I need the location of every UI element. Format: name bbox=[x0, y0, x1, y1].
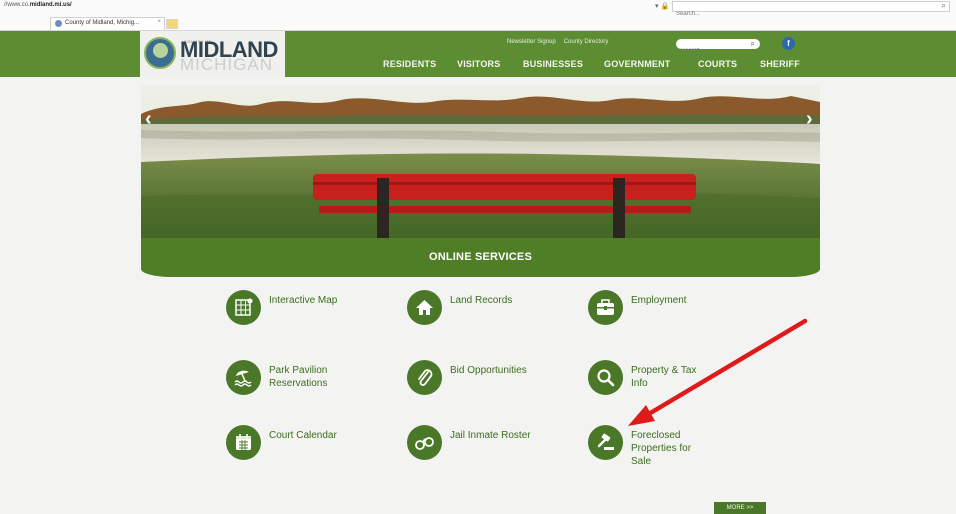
annotation-arrow-icon bbox=[628, 318, 808, 426]
